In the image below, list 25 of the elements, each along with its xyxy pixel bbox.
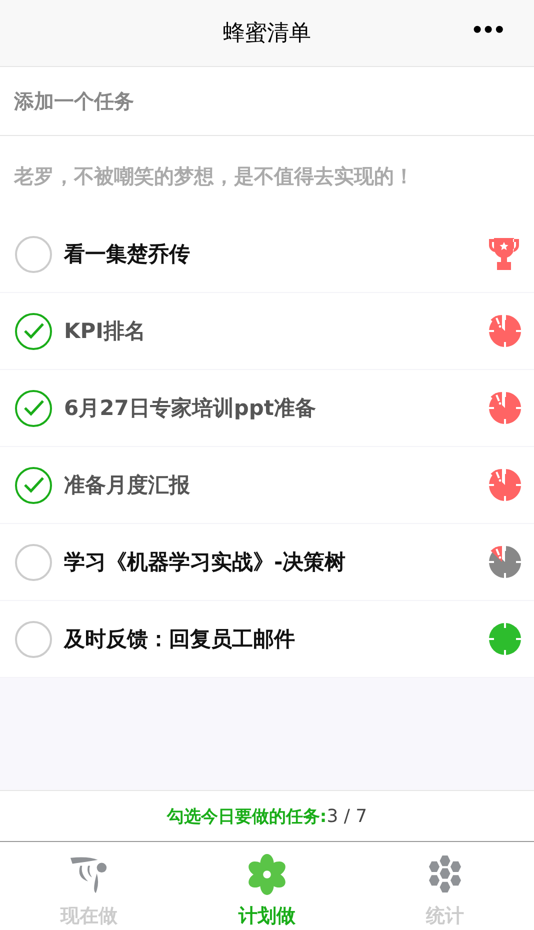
task-label: 及时反馈：回复员工邮件 [64,626,296,653]
task-label: 6月27日专家培训ppt准备 [64,395,317,422]
task-checkbox[interactable] [15,390,52,426]
clock-icon [488,468,522,502]
task-label: KPI排名 [64,318,146,345]
window-title: 蜂蜜清单 [223,20,311,48]
task-checkbox[interactable] [15,466,52,504]
summary-count: 3 / 7 [326,806,368,826]
task-label: 看一集楚乔传 [64,241,191,268]
menu-button[interactable]: ••• [468,14,510,45]
motto-text: 老罗，不被嘲笑的梦想，是不值得去实现的！ [12,162,415,190]
clock-icon [488,545,522,579]
summary-label: 勾选今日要做的任务: [166,806,327,828]
task-label: 学习《机器学习实战》-决策树 [64,549,347,576]
task-label: 准备月度汇报 [64,472,191,499]
flower-icon [246,854,288,895]
task-checkbox[interactable] [15,236,52,272]
tab-bar-item[interactable]: 计划做 [178,842,356,930]
clock-icon [488,314,522,348]
clock-icon [488,622,522,656]
task-checkbox[interactable] [15,620,52,658]
task-checkbox[interactable] [15,312,52,350]
task-checkbox[interactable] [15,544,52,580]
trophy-icon [486,236,522,272]
clock-icon [488,391,522,425]
